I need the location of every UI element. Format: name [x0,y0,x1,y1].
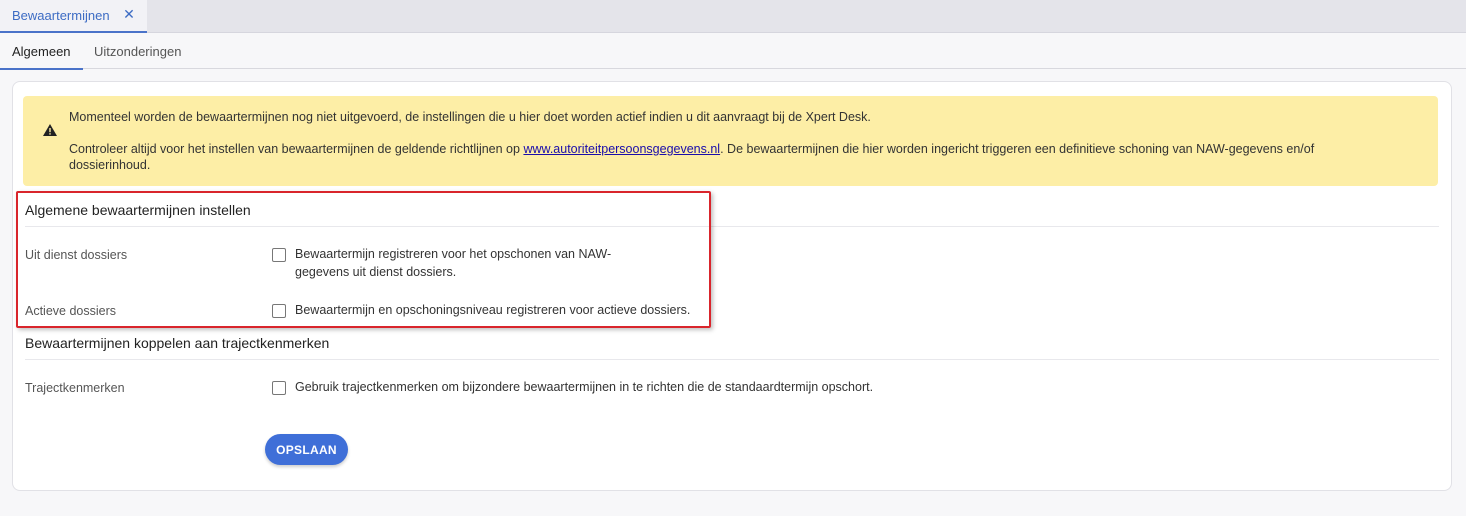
tab-algemeen-label: Algemeen [12,43,71,59]
highlight-box [16,191,711,328]
warning-line-2-end: . De bewaartermijnen die hier worden ing… [720,142,1315,156]
tab-uitzonderingen-label: Uitzonderingen [94,43,182,59]
field-label-trajectkenmerken: Trajectkenmerken [25,381,125,395]
tab-algemeen[interactable]: Algemeen [0,33,83,70]
warning-line-1: Momenteel worden de bewaartermijnen nog … [69,110,871,124]
trajectkenmerken-checkbox[interactable] [272,381,286,395]
sub-tab-bar: Algemeen Uitzonderingen [0,33,1466,70]
save-button[interactable]: OPSLAAN [265,434,348,465]
warning-line-2: Controleer altijd voor het instellen van… [69,141,1314,157]
warning-icon [43,124,57,136]
section-title-traject: Bewaartermijnen koppelen aan trajectkenm… [25,335,330,351]
warning-line-3: dossierinhoud. [69,158,151,172]
tab-uitzonderingen[interactable]: Uitzonderingen [94,33,181,69]
close-icon[interactable]: ✕ [122,7,136,21]
trajectkenmerken-checkbox-label: Gebruik trajectkenmerken om bijzondere b… [295,380,874,394]
warning-banner: Momenteel worden de bewaartermijnen nog … [23,96,1438,186]
autoriteit-link[interactable]: www.autoriteitpersoonsgegevens.nl [523,142,720,156]
document-tab[interactable]: Bewaartermijnen ✕ [0,0,147,33]
document-tab-label: Bewaartermijnen [12,8,110,23]
section-divider [25,359,1439,360]
document-tab-bar: Bewaartermijnen ✕ [0,0,1466,33]
warning-line-2-start: Controleer altijd voor het instellen van… [69,142,524,156]
